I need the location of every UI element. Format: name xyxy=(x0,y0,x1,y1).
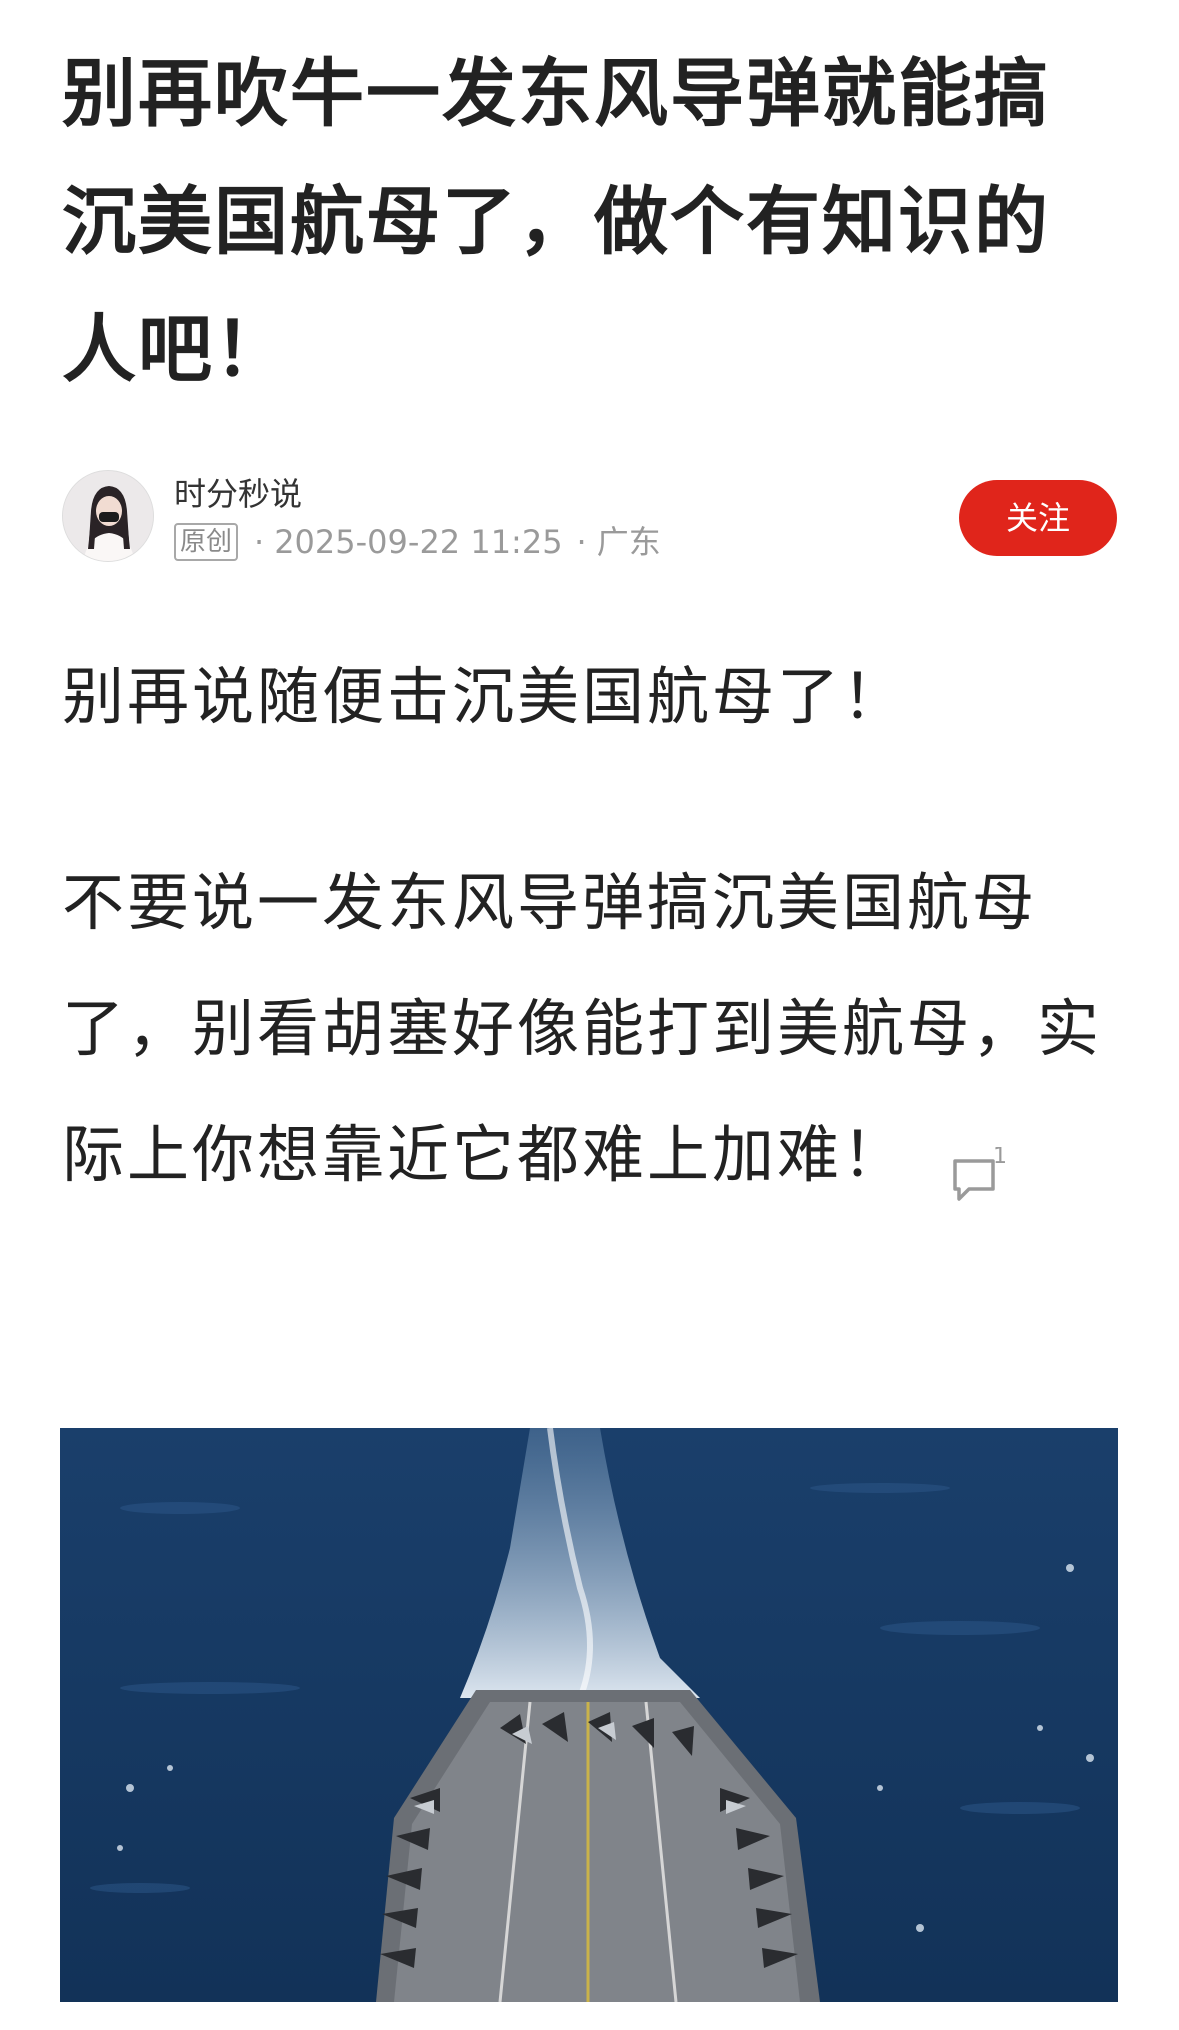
article-meta: 原创 · 2025-09-22 11:25 · 广东 xyxy=(174,522,661,562)
article-paragraph: 不要说一发东风导弹搞沉美国航母了，别看胡塞好像能打到美航母，实际上你想靠近它都难… xyxy=(62,840,1127,1218)
publish-datetime: 2025-09-22 11:25 xyxy=(274,523,563,561)
author-name[interactable]: 时分秒说 xyxy=(174,474,302,514)
comment-bubble-icon[interactable]: 1 xyxy=(947,1123,1007,1201)
author-row: 时分秒说 原创 · 2025-09-22 11:25 · 广东 关注 xyxy=(62,468,1117,564)
avatar-image xyxy=(63,471,153,561)
meta-separator: · xyxy=(254,523,265,561)
comment-count: 1 xyxy=(993,1147,1007,1169)
meta-separator: · xyxy=(576,523,587,561)
aircraft-carrier-photo xyxy=(60,1428,1118,2002)
author-avatar[interactable] xyxy=(62,470,154,562)
follow-button[interactable]: 关注 xyxy=(959,480,1117,556)
article-image[interactable] xyxy=(60,1428,1118,2002)
publish-location: 广东 xyxy=(596,523,661,561)
article-page: 别再吹牛一发东风导弹就能搞沉美国航母了，做个有知识的人吧！ 时分秒说 原创 · … xyxy=(0,0,1179,2030)
article-paragraph: 别再说随便击沉美国航母了！ xyxy=(62,660,908,733)
paragraph-text: 不要说一发东风导弹搞沉美国航母了，别看胡塞好像能打到美航母，实际上你想靠近它都难… xyxy=(62,866,1103,1191)
article-title: 别再吹牛一发东风导弹就能搞沉美国航母了，做个有知识的人吧！ xyxy=(62,51,1050,393)
original-badge: 原创 xyxy=(174,523,239,561)
